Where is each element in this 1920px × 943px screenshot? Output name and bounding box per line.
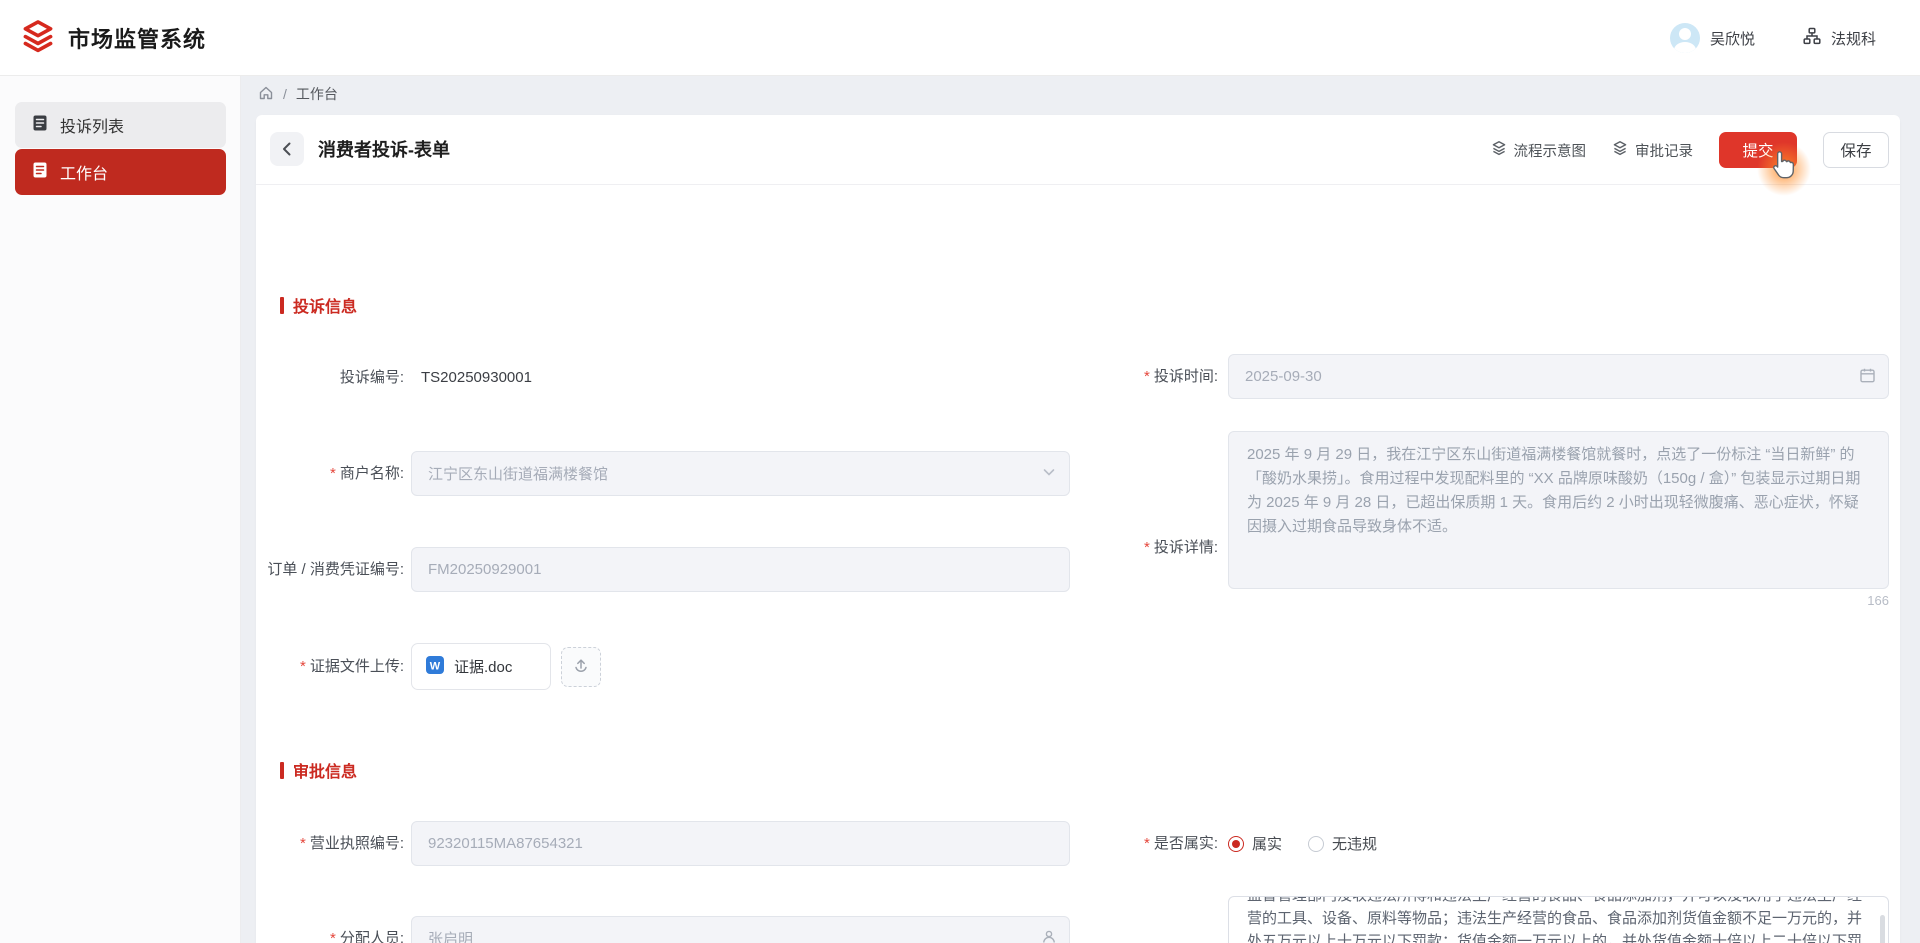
license-no-label: * 营业执照编号:	[299, 835, 404, 852]
textarea-scrollbar[interactable]	[1880, 915, 1885, 943]
evidence-file-chip[interactable]: W 证据.doc	[411, 643, 551, 690]
department-selector[interactable]: 法规科	[1803, 27, 1876, 49]
document-form-icon	[31, 161, 49, 184]
section-title-approval: 审批信息	[280, 758, 357, 782]
sidebar-item-label: 工作台	[60, 166, 109, 183]
complaint-time-label: * 投诉时间:	[1143, 368, 1218, 385]
back-button[interactable]	[270, 132, 304, 166]
radio-option-no-violation[interactable]: 无违规	[1308, 833, 1377, 854]
sidebar-item-workbench[interactable]: 工作台	[15, 149, 226, 195]
radio-option-verified[interactable]: 属实	[1228, 833, 1282, 854]
hand-cursor-icon	[1770, 150, 1798, 185]
department-name: 法规科	[1830, 30, 1876, 48]
page-title: 消费者投诉-表单	[318, 140, 450, 160]
complaint-no-label: 投诉编号:	[339, 369, 404, 386]
user-avatar-icon	[1669, 23, 1700, 53]
upload-button[interactable]	[561, 647, 601, 687]
merchant-label: * 商户名称:	[329, 465, 404, 482]
user-menu[interactable]: 吴欣悦	[1669, 23, 1755, 53]
approval-log-link[interactable]: 审批记录	[1612, 140, 1693, 161]
svg-text:W: W	[430, 660, 441, 672]
sidebar-item-label: 投诉列表	[60, 119, 125, 136]
complaint-detail-textarea[interactable]: 2025 年 9 月 29 日，我在江宁区东山街道福满楼餐馆就餐时，点选了一份标…	[1228, 431, 1889, 589]
save-button[interactable]: 保存	[1823, 132, 1889, 168]
upload-icon	[572, 656, 590, 679]
document-list-icon	[31, 114, 49, 137]
complaint-detail-char-count: 166	[1867, 593, 1889, 608]
license-no-input[interactable]	[411, 821, 1070, 866]
radio-selected-icon	[1228, 835, 1244, 852]
breadcrumb-separator: /	[283, 86, 287, 102]
complaint-no-value: TS20250930001	[421, 369, 532, 386]
word-file-icon: W	[425, 655, 445, 679]
is-verified-radio-group: 属实 无违规	[1228, 821, 1377, 866]
complaint-time-picker[interactable]	[1228, 354, 1889, 399]
is-verified-label: * 是否属实:	[1143, 835, 1218, 852]
person-icon	[1041, 929, 1057, 943]
merchant-select[interactable]	[411, 451, 1070, 496]
sidebar: 投诉列表 工作台	[0, 76, 241, 943]
form-body: 投诉信息 投诉编号: TS20250930001 *商户名称: 订单 / 消费凭…	[256, 185, 1900, 943]
home-icon[interactable]	[258, 85, 274, 104]
radio-unselected-icon	[1308, 835, 1325, 852]
calendar-icon	[1859, 367, 1876, 389]
app-logo-icon	[20, 18, 56, 59]
order-no-input[interactable]	[411, 547, 1070, 592]
form-card: 消费者投诉-表单 流程示意图 审批记录 提交 保存 投诉信息 投诉编号: TS2…	[256, 115, 1900, 943]
assignee-input[interactable]	[411, 916, 1070, 943]
form-card-header: 消费者投诉-表单 流程示意图 审批记录 提交 保存	[256, 115, 1900, 197]
section-title-complaint: 投诉信息	[280, 293, 357, 317]
user-name: 吴欣悦	[1709, 30, 1755, 48]
layers-icon	[1491, 140, 1507, 160]
top-bar: 市场监管系统 吴欣悦 法规科	[0, 0, 1920, 76]
complaint-detail-label: * 投诉详情:	[1143, 539, 1218, 556]
flow-diagram-link[interactable]: 流程示意图	[1491, 140, 1586, 161]
breadcrumb: / 工作台	[258, 84, 338, 104]
evidence-label: * 证据文件上传:	[299, 658, 404, 675]
assignee-label: * 分配人员:	[329, 930, 404, 943]
layers-icon	[1612, 140, 1628, 160]
sidebar-item-complaint-list[interactable]: 投诉列表	[15, 102, 226, 148]
breadcrumb-current: 工作台	[295, 86, 338, 102]
chevron-down-icon	[1041, 464, 1057, 485]
app-title: 市场监管系统	[68, 27, 207, 52]
order-no-label: 订单 / 消费凭证编号:	[267, 561, 404, 578]
evidence-file-name: 证据.doc	[454, 659, 513, 676]
legal-basis-textarea[interactable]: 监督管理部门没收违法所得和违法生产经营的食品、食品添加剂，并可以没收用于违法生产…	[1228, 896, 1889, 943]
org-chart-icon	[1803, 27, 1821, 49]
